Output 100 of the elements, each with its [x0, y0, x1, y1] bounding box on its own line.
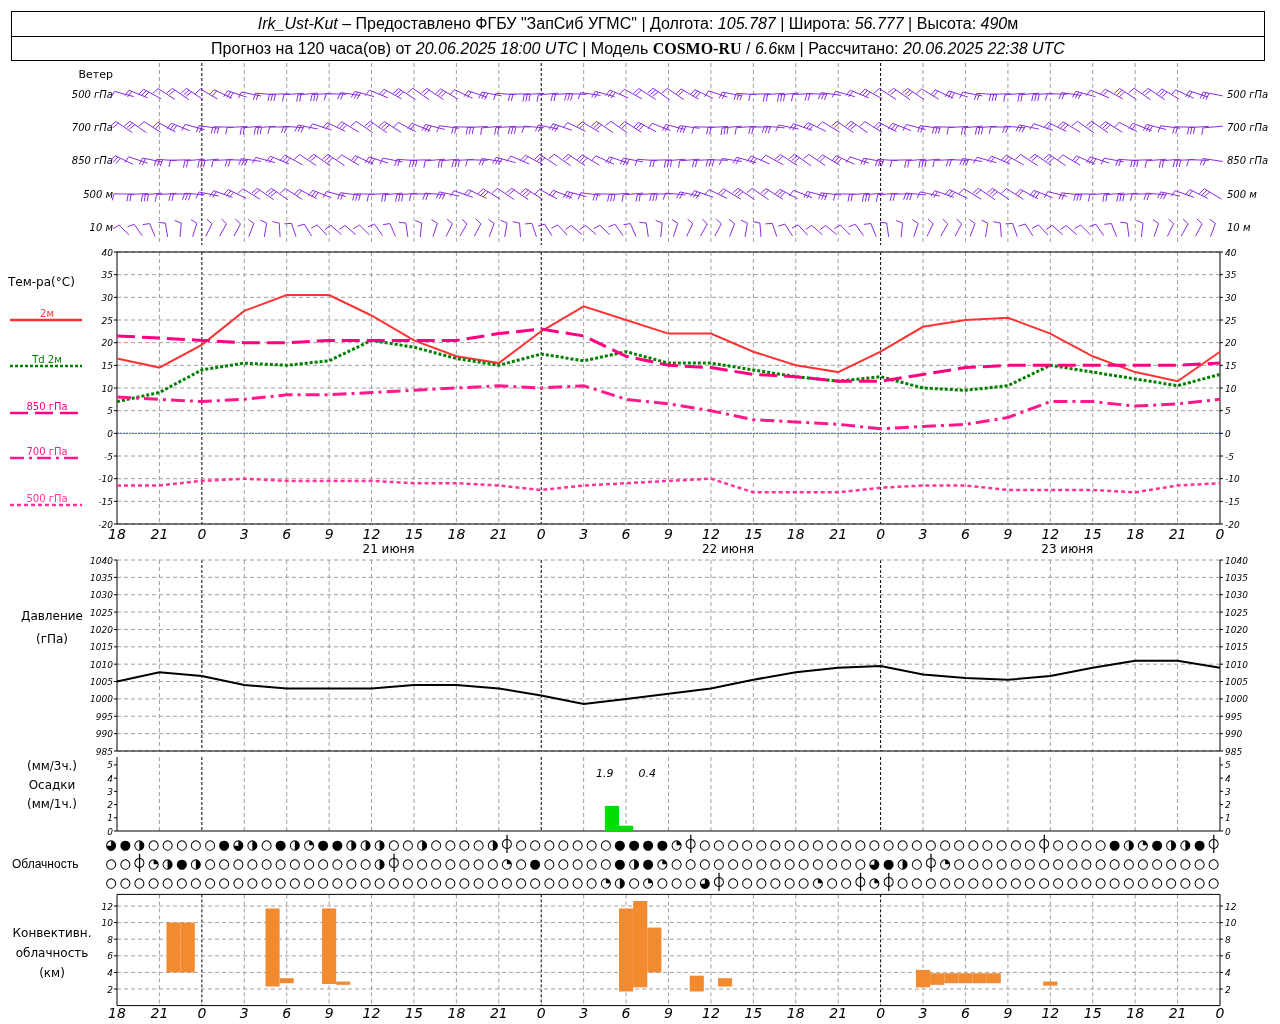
axis-tick-label: 15	[405, 526, 423, 542]
level-label: 700 гПа	[71, 122, 113, 133]
cloud-cover-symbols: ◕●◑○○○○○●◕◑○●◑◔●●◑◑◑○○◑○○○○◑⌽○○○○○○○●●●●◔⌽○○○○○○○○○○○○○○○○○○○○○○○○⌽○○○○●◑◔●◑◑●⌽	[106, 835, 1223, 854]
axis-tick-label: 21	[1168, 526, 1187, 542]
axis-tick-label: 21	[1168, 1005, 1187, 1021]
axis-tick-label: 2	[1225, 800, 1231, 811]
axis-tick-label: -20	[1225, 519, 1240, 530]
axis-tick-label: 1030	[1225, 590, 1248, 601]
axis-tick-label: 18	[786, 526, 805, 542]
axis-tick-label: 5	[107, 760, 113, 771]
axis-tick-label: 0	[876, 526, 886, 542]
axis-tick-label: 20	[101, 338, 113, 349]
date-label: 21 июня	[362, 542, 415, 556]
axis-tick-label: 12	[1041, 1005, 1060, 1021]
axis-tick-label: 0	[107, 428, 113, 439]
axis-tick-label: 0	[1225, 826, 1231, 835]
axis-tick-label: 15	[1083, 526, 1102, 542]
axis-tick-label: 1015	[1225, 642, 1248, 653]
axis-tick-label: -10	[1225, 474, 1240, 485]
axis-tick-label: 5	[1225, 406, 1231, 417]
bar-value-label: 1.9	[596, 767, 614, 780]
axis-tick-label: 12	[362, 526, 381, 542]
axis-tick-label: 12	[1041, 526, 1060, 542]
axis-tick-label: 6	[282, 1005, 292, 1021]
axis-tick-label: 21	[829, 1005, 848, 1021]
axis-title: (мм/1ч.)	[26, 797, 78, 811]
axis-tick-label: 1020	[90, 624, 113, 635]
axis-title: (мм/3ч.)	[26, 759, 78, 773]
axis-tick-label: 3	[239, 1005, 249, 1021]
axis-tick-label: 1035	[90, 572, 113, 583]
axis-tick-label: 2	[1225, 984, 1231, 995]
cloud-cover-symbols: ○○○○○○○○○○○○○○○○○○○○○○○○○○○○○○○○○○○◔◑○◔○○○◕⌽○○○○○○◔○○⌽◔⌽○○○○○○○○○○○○○○○○○○○○○○○	[106, 873, 1223, 892]
axis-tick-label: 10	[101, 383, 113, 394]
row-label: Облачность	[12, 856, 79, 871]
axis-tick-label: 1	[1225, 813, 1231, 824]
axis-title: Осадки	[28, 778, 76, 792]
axis-tick-label: 9	[664, 1005, 673, 1021]
axis-tick-label: 20	[1225, 338, 1237, 349]
axis-tick-label: 1025	[1225, 607, 1248, 618]
axis-tick-label: 3	[107, 786, 113, 797]
axis-tick-label: 1040	[90, 557, 113, 566]
axis-tick-label: 12	[702, 1005, 720, 1021]
axis-tick-label: 30	[1225, 292, 1237, 303]
axis-tick-label: 0	[876, 1005, 886, 1021]
axis-tick-label: 15	[744, 526, 763, 542]
axis-tick-label: 4	[1225, 773, 1231, 784]
legend-label: 850 гПа	[26, 401, 68, 412]
axis-tick-label: 4	[1225, 967, 1231, 978]
axis-tick-label: 21	[150, 526, 169, 542]
axis-tick-label: 8	[1225, 934, 1231, 945]
level-label: 850 гПа	[1227, 155, 1269, 166]
legend-label: Td 2м	[32, 354, 62, 365]
axis-tick-label: 40	[101, 247, 113, 258]
axis-tick-label: 1025	[90, 607, 113, 618]
axis-tick-label: 3	[1225, 786, 1231, 797]
axis-tick-label: 3	[579, 1005, 589, 1021]
axis-tick-label: 21	[829, 526, 848, 542]
level-label: 500 гПа	[1227, 89, 1269, 100]
axis-tick-label: 985	[1225, 746, 1243, 757]
axis-title: (км)	[39, 966, 65, 980]
axis-tick-label: 3	[918, 1005, 928, 1021]
axis-tick-label: 12	[1225, 901, 1237, 912]
panel-title: Ветер	[78, 68, 113, 81]
axis-tick-label: 1005	[1225, 677, 1248, 688]
axis-tick-label: 15	[405, 1005, 423, 1021]
axis-tick-label: 10	[101, 918, 113, 929]
axis-tick-label: 30	[101, 292, 113, 303]
cloud-cover-symbols: ○○⌽◔◑●◑○○○○○○○○○○○○◑⌽○○○○○○○◔○●○○○○○●◑●◔○○○○○○○○○○○○○○◕●◑○⌽◔○○○○○○○○○○○○○○○○○○○	[106, 854, 1223, 873]
legend-label: 2м	[40, 308, 54, 319]
axis-tick-label: 35	[1225, 270, 1237, 281]
axis-tick-label: 8	[107, 934, 113, 945]
axis-tick-label: 1000	[90, 694, 113, 705]
axis-tick-label: 15	[1225, 360, 1237, 371]
axis-tick-label: 0	[1225, 428, 1231, 439]
axis-tick-label: 18	[447, 526, 466, 542]
axis-tick-label: 15	[101, 360, 113, 371]
level-label: 850 гПа	[71, 155, 113, 166]
axis-tick-label: 40	[1225, 247, 1237, 258]
axis-tick-label: 18	[108, 1005, 126, 1021]
axis-tick-label: -5	[104, 451, 113, 462]
axis-tick-label: 990	[1225, 729, 1243, 740]
axis-tick-label: -15	[98, 496, 113, 507]
axis-tick-label: 1010	[90, 659, 113, 670]
axis-tick-label: 25	[1225, 315, 1237, 326]
axis-title: Давление	[21, 609, 83, 623]
axis-tick-label: 0	[107, 826, 113, 835]
axis-tick-label: 25	[101, 315, 113, 326]
legend-label: 500 гПа	[26, 493, 68, 504]
axis-tick-label: 12	[702, 526, 720, 542]
axis-tick-label: 6	[621, 526, 631, 542]
legend-label: 700 гПа	[26, 446, 68, 457]
axis-tick-label: 1030	[90, 590, 113, 601]
axis-tick-label: 15	[1083, 1005, 1102, 1021]
axis-tick-label: 2	[107, 800, 113, 811]
axis-tick-label: 18	[786, 1005, 805, 1021]
axis-tick-label: 1020	[1225, 624, 1248, 635]
forecast-info-text: Прогноз на 120 часа(ов) от 20.06.2025 18:00 UTC | Модель COSMO-RU / 6.6км | Рассчитано: 20.06.2025 22:38 UTC	[12, 36, 1264, 60]
axis-tick-label: 9	[1003, 526, 1013, 542]
axis-tick-label: 6	[961, 1005, 970, 1021]
axis-tick-label: 10	[1225, 918, 1237, 929]
